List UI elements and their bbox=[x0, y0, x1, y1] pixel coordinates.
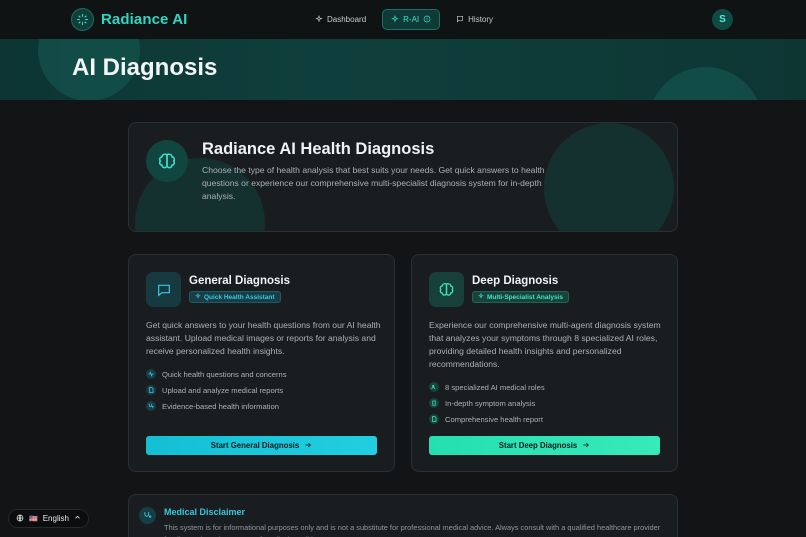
arrow-right-icon bbox=[582, 441, 590, 451]
start-deep-diagnosis-button[interactable]: Start Deep Diagnosis bbox=[429, 436, 660, 455]
start-general-diagnosis-button[interactable]: Start General Diagnosis bbox=[146, 436, 377, 455]
nav-history[interactable]: History bbox=[448, 9, 501, 30]
feature-list: Quick health questions and concerns Uplo… bbox=[146, 366, 287, 414]
feature-label: Upload and analyze medical reports bbox=[162, 385, 284, 395]
list-item: Evidence-based health information bbox=[146, 398, 287, 414]
feature-list: 8 specialized AI medical roles In-depth … bbox=[429, 379, 545, 427]
list-item: In-depth symptom analysis bbox=[429, 395, 545, 411]
sparkle-icon bbox=[478, 292, 484, 301]
badge-label: Multi-Specialist Analysis bbox=[487, 293, 563, 301]
badge: Multi-Specialist Analysis bbox=[472, 291, 569, 303]
list-item: Quick health questions and concerns bbox=[146, 366, 287, 382]
decorative-circle bbox=[648, 67, 763, 100]
disclaimer-title: Medical Disclaimer bbox=[164, 507, 246, 517]
badge: Quick Health Assistant bbox=[189, 291, 281, 303]
sparkle-icon bbox=[391, 14, 399, 25]
page-title: AI Diagnosis bbox=[72, 54, 218, 81]
disclaimer-text: This system is for informational purpose… bbox=[164, 523, 661, 537]
chat-icon bbox=[456, 15, 464, 25]
intro-card: Radiance AI Health Diagnosis Choose the … bbox=[128, 122, 678, 232]
nav-r-ai-label: R-AI bbox=[403, 15, 420, 24]
feature-label: Evidence-based health information bbox=[162, 401, 279, 411]
intro-description: Choose the type of health analysis that … bbox=[202, 165, 545, 201]
button-label: Start Deep Diagnosis bbox=[498, 441, 578, 450]
chat-bubble-icon bbox=[146, 272, 181, 307]
deep-diagnosis-card: Deep Diagnosis Multi-Specialist Analysis… bbox=[411, 254, 678, 472]
feature-label: In-depth symptom analysis bbox=[445, 398, 536, 408]
user-avatar[interactable]: S bbox=[712, 9, 733, 30]
stethoscope-icon bbox=[139, 507, 156, 524]
main-nav: Dashboard R-AI History bbox=[307, 9, 501, 30]
list-item: Comprehensive health report bbox=[429, 411, 545, 427]
stethoscope-icon bbox=[146, 401, 156, 411]
top-navbar: Radiance AI Dashboard R-AI History S bbox=[0, 0, 806, 39]
file-icon bbox=[429, 414, 439, 424]
info-circle-icon bbox=[423, 15, 431, 25]
card-title: General Diagnosis bbox=[189, 275, 290, 287]
arrow-right-icon bbox=[304, 441, 312, 451]
card-description: Experience our comprehensive multi-agent… bbox=[429, 320, 661, 369]
medical-disclaimer: Medical Disclaimer This system is for in… bbox=[128, 494, 678, 537]
intro-title: Radiance AI Health Diagnosis bbox=[202, 140, 435, 158]
sparkle-logo-icon bbox=[71, 8, 94, 31]
general-diagnosis-card: General Diagnosis Quick Health Assistant… bbox=[128, 254, 395, 472]
card-description: Get quick answers to your health questio… bbox=[146, 320, 381, 356]
activity-icon bbox=[146, 369, 156, 379]
button-label: Start General Diagnosis bbox=[210, 441, 300, 450]
language-label: English bbox=[42, 514, 69, 523]
chevron-up-icon bbox=[74, 514, 81, 523]
users-icon bbox=[429, 382, 439, 392]
brain-icon bbox=[146, 140, 188, 182]
feature-label: Quick health questions and concerns bbox=[162, 369, 287, 379]
feature-label: Comprehensive health report bbox=[445, 414, 543, 424]
clipboard-icon bbox=[429, 398, 439, 408]
decorative-circle bbox=[544, 123, 674, 231]
brain-icon bbox=[429, 272, 464, 307]
hero-banner: AI Diagnosis bbox=[0, 39, 806, 100]
us-flag-icon: 🇺🇸 bbox=[29, 515, 38, 523]
brand-name: Radiance AI bbox=[101, 11, 188, 28]
card-title: Deep Diagnosis bbox=[472, 275, 559, 287]
globe-icon bbox=[16, 514, 24, 524]
sparkle-icon bbox=[315, 14, 323, 25]
list-item: 8 specialized AI medical roles bbox=[429, 379, 545, 395]
nav-dashboard[interactable]: Dashboard bbox=[307, 9, 374, 30]
nav-r-ai[interactable]: R-AI bbox=[382, 9, 441, 30]
feature-label: 8 specialized AI medical roles bbox=[445, 382, 545, 392]
badge-label: Quick Health Assistant bbox=[204, 293, 275, 301]
list-item: Upload and analyze medical reports bbox=[146, 382, 287, 398]
nav-dashboard-label: Dashboard bbox=[327, 15, 367, 24]
brand[interactable]: Radiance AI bbox=[71, 8, 187, 31]
file-icon bbox=[146, 385, 156, 395]
sparkle-icon bbox=[195, 292, 201, 301]
language-selector[interactable]: 🇺🇸 English bbox=[8, 509, 89, 528]
nav-history-label: History bbox=[468, 15, 494, 24]
